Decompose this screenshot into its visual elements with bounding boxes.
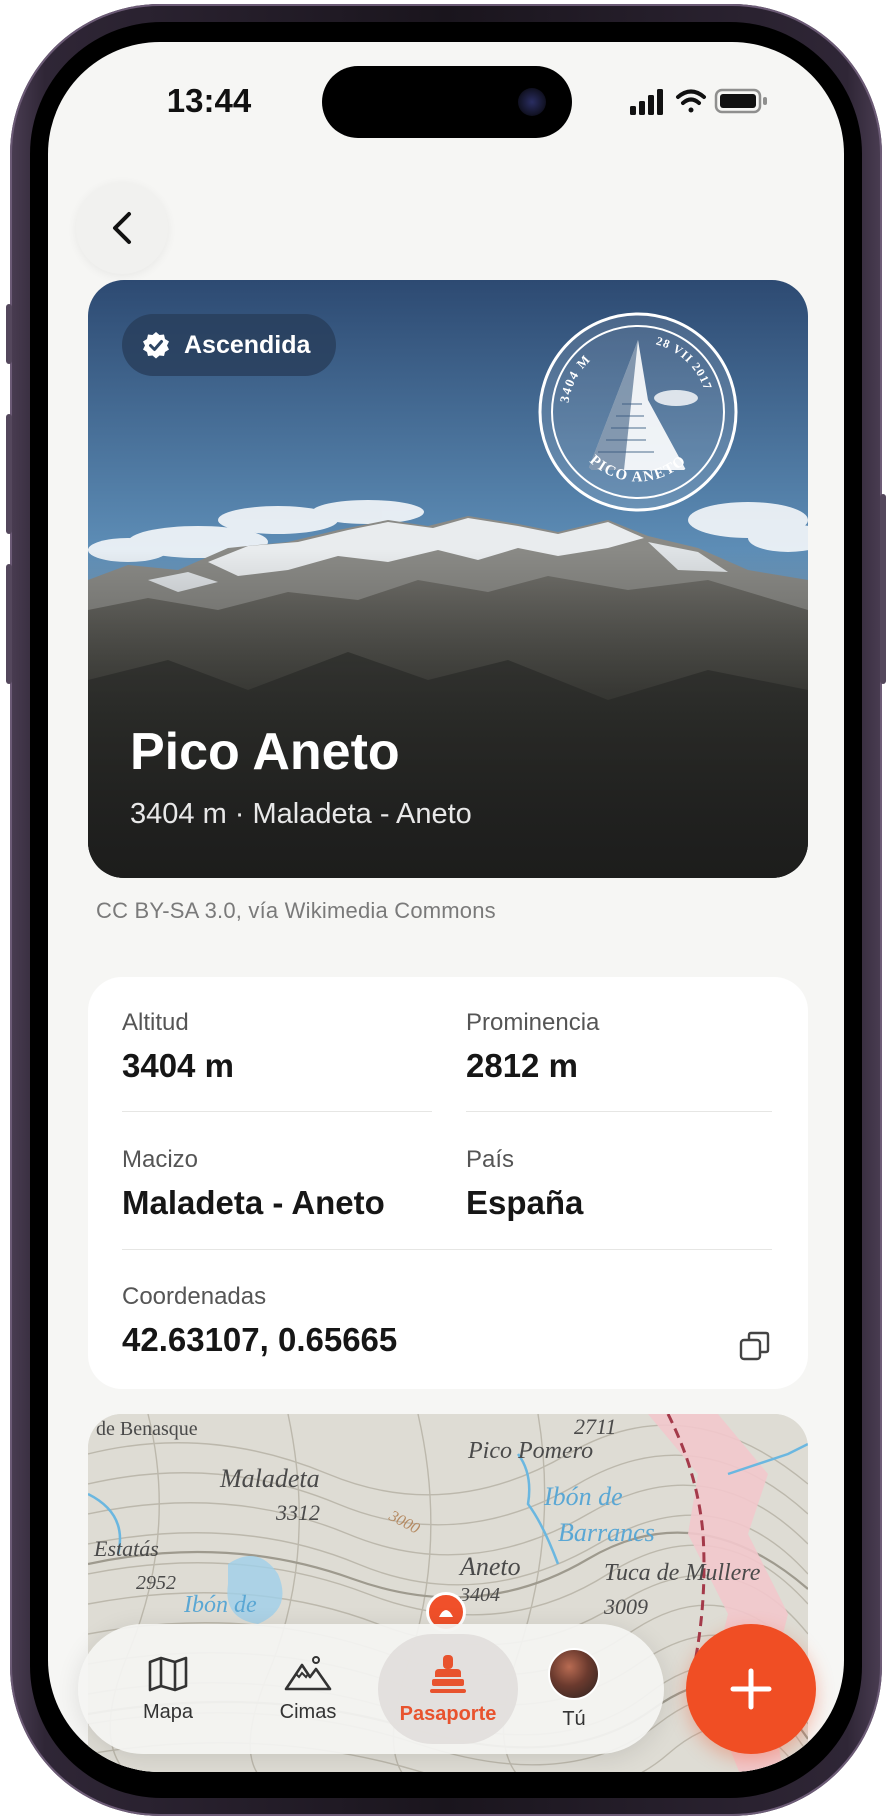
signal-icon — [630, 89, 663, 115]
tab-bar: Mapa Cimas Pasaporte Tú — [78, 1624, 664, 1754]
map-label: 2711 — [574, 1414, 617, 1439]
map-label: Pico Pomero — [468, 1438, 594, 1464]
stamp-icon — [430, 1654, 466, 1693]
coordinates-cell: Coordenadas 42.63107, 0.65665 — [122, 1283, 397, 1359]
ascended-badge: Ascendida — [122, 314, 337, 376]
massif-label: Macizo — [122, 1146, 199, 1173]
peaks-icon — [284, 1655, 332, 1690]
peak-title: Pico Aneto — [130, 723, 400, 781]
peak-icon — [439, 1610, 453, 1617]
battery-icon — [714, 88, 767, 114]
map-label: Barrancs — [558, 1518, 655, 1547]
massif-value: Maladeta - Aneto — [122, 1184, 385, 1221]
prominence-label: Prominencia — [466, 1009, 600, 1036]
wifi-icon — [676, 89, 706, 113]
tab-map-label: Mapa — [142, 1700, 194, 1723]
peak-subtitle: 3404 m · Maladeta - Aneto — [130, 798, 472, 830]
plus-icon — [730, 1668, 772, 1710]
map-label: 2952 — [136, 1572, 176, 1594]
screen: 13:44 Ascendida 3404 M 28 VII 2017 PICO … — [48, 42, 844, 1772]
dynamic-island — [322, 66, 572, 138]
prominence-cell: Prominencia 2812 m — [466, 1009, 599, 1085]
divider — [122, 1111, 432, 1112]
volume-up-button — [6, 414, 12, 534]
volume-down-button — [6, 564, 12, 684]
divider — [466, 1111, 772, 1112]
chevron-left-icon — [113, 212, 131, 244]
tab-peaks[interactable]: Cimas — [238, 1634, 378, 1744]
coordinates-label: Coordenadas — [122, 1283, 267, 1310]
tab-passport-label: Pasaporte — [399, 1702, 497, 1725]
power-button — [880, 494, 886, 684]
map-label: Ibón de — [544, 1482, 623, 1511]
map-label: 3312 — [276, 1500, 320, 1525]
map-label: Aneto — [460, 1552, 521, 1581]
altitude-label: Altitud — [122, 1009, 189, 1036]
photo-credit[interactable]: CC BY-SA 3.0, vía Wikimedia Commons — [96, 898, 496, 924]
hero-card: Ascendida 3404 M 28 VII 2017 PICO ANETO … — [88, 280, 808, 878]
info-card: Altitud 3404 m Prominencia 2812 m Macizo… — [88, 977, 808, 1389]
altitude-cell: Altitud 3404 m — [122, 1009, 234, 1085]
map-label: Maladeta — [220, 1464, 320, 1493]
back-button[interactable] — [76, 182, 168, 274]
massif-cell: Macizo Maladeta - Aneto — [122, 1146, 385, 1222]
divider — [122, 1249, 772, 1250]
tab-profile[interactable]: Tú — [504, 1634, 644, 1744]
status-icons — [630, 86, 780, 116]
badge-label: Ascendida — [184, 330, 311, 359]
verified-check-icon — [143, 332, 169, 359]
map-label: Ibón de — [184, 1592, 257, 1618]
map-label: de Benasque — [96, 1418, 198, 1440]
prominence-value: 2812 m — [466, 1047, 578, 1084]
summit-stamp: 3404 M 28 VII 2017 PICO ANETO — [538, 312, 738, 512]
altitude-value: 3404 m — [122, 1047, 234, 1084]
tab-map[interactable]: Mapa — [98, 1634, 238, 1744]
status-time: 13:44 — [166, 82, 252, 119]
front-camera — [518, 88, 546, 116]
tab-profile-label: Tú — [562, 1707, 586, 1730]
add-button[interactable] — [686, 1624, 816, 1754]
map-label: 3404 — [460, 1584, 500, 1606]
action-button — [6, 304, 12, 364]
tab-peaks-label: Cimas — [279, 1700, 337, 1723]
country-value: España — [466, 1184, 584, 1221]
map-label: 3009 — [604, 1594, 648, 1619]
country-label: País — [466, 1146, 515, 1173]
tab-passport[interactable]: Pasaporte — [378, 1634, 518, 1744]
map-icon — [148, 1656, 188, 1691]
avatar — [548, 1647, 600, 1700]
map-label: Estatás — [94, 1536, 159, 1561]
coordinates-value[interactable]: 42.63107, 0.65665 — [122, 1321, 397, 1359]
copy-icon[interactable] — [738, 1329, 772, 1363]
country-cell: País España — [466, 1146, 583, 1222]
map-label: Tuca de Mullere — [604, 1560, 761, 1586]
